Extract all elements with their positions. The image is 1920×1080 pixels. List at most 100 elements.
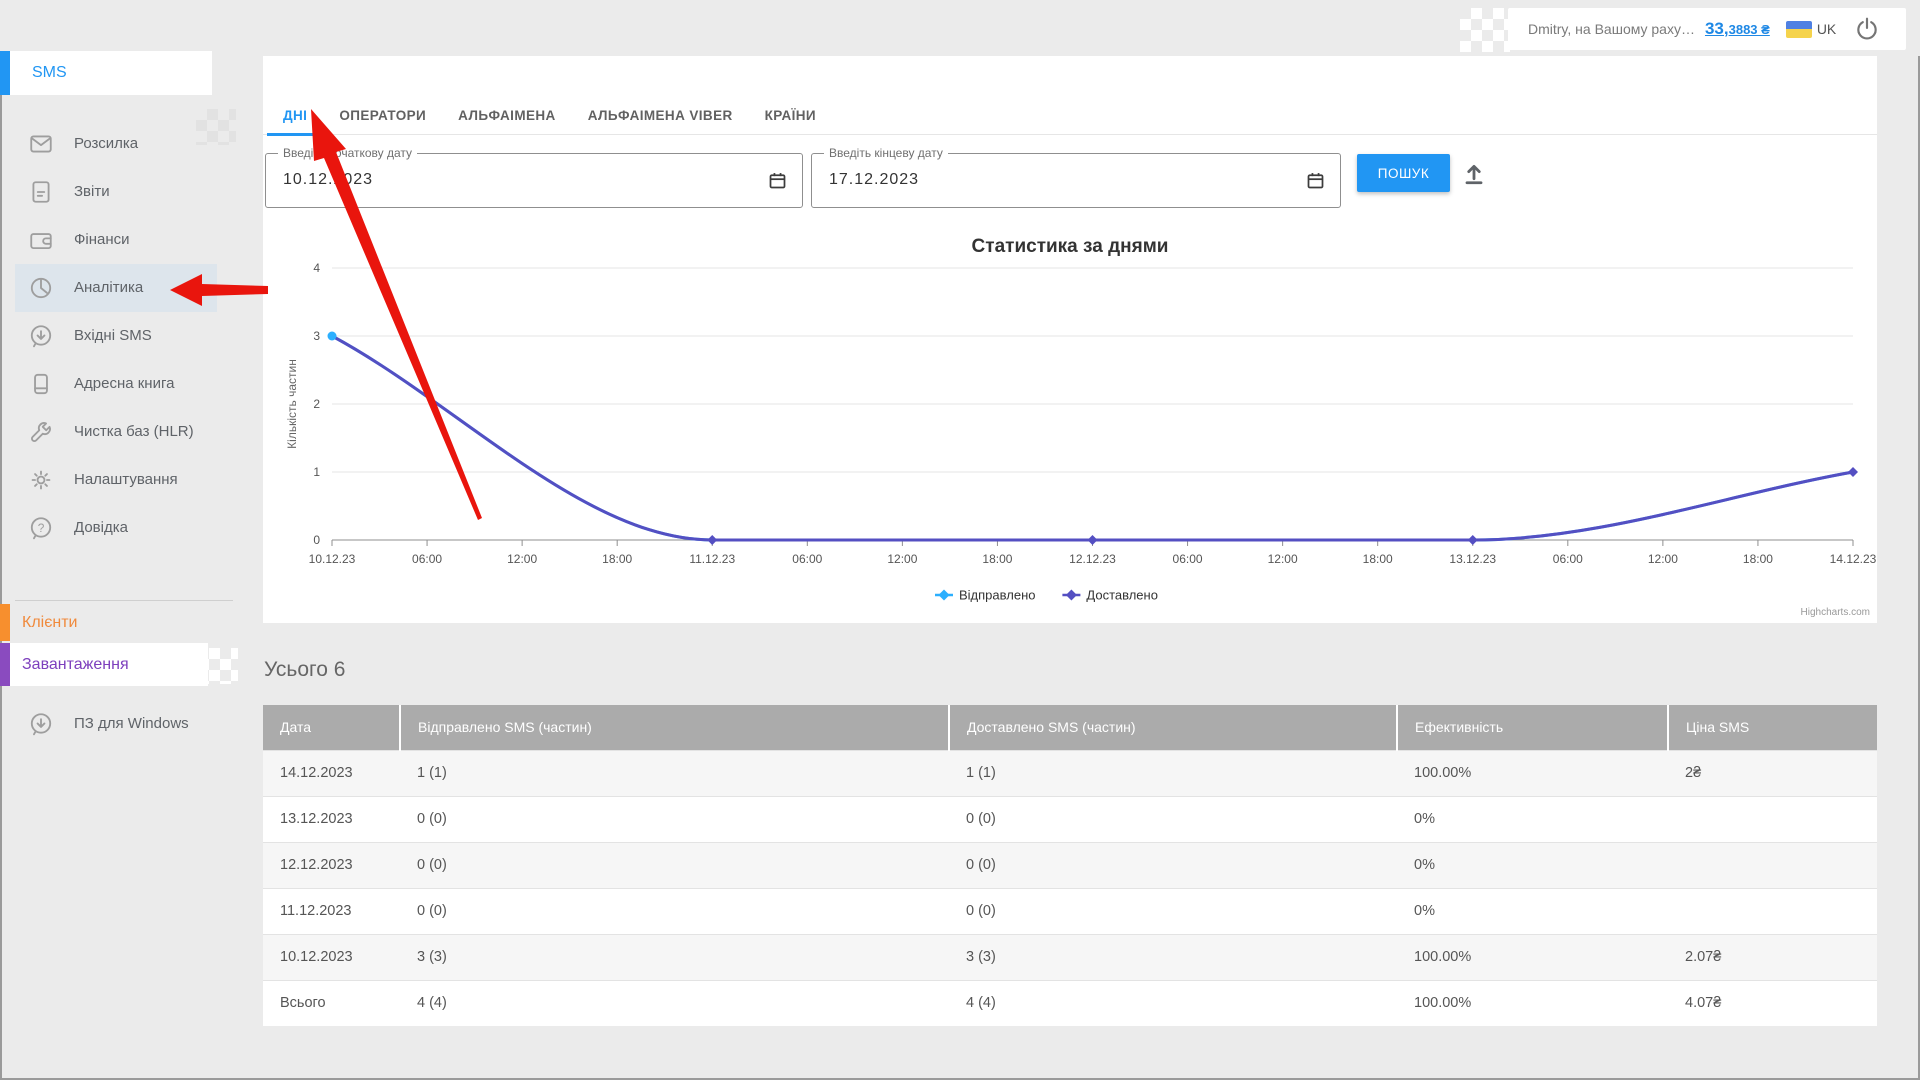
help-icon: ? xyxy=(28,515,54,541)
table-cell: 14.12.2023 xyxy=(263,750,400,796)
language-selector[interactable]: UK xyxy=(1817,21,1836,37)
tab-країни[interactable]: КРАЇНИ xyxy=(749,95,832,135)
export-upload-icon[interactable] xyxy=(1460,160,1488,188)
user-balance-label: Dmitry, на Вашому раху… xyxy=(1528,21,1695,37)
table-row: 10.12.20233 (3)3 (3)100.00%2.07₴ xyxy=(263,934,1877,980)
x-axis-tick-label: 10.12.23 xyxy=(309,552,356,566)
table-cell: 4 (4) xyxy=(949,980,1397,1026)
table-cell: 0% xyxy=(1397,888,1668,934)
table-cell: 13.12.2023 xyxy=(263,796,400,842)
sidebar: SMS Розсилка Звіти Фінанси Аналітика Вхі… xyxy=(0,56,240,1080)
start-date-field[interactable]: Введіть початкову дату 10.12.2023 xyxy=(265,153,803,208)
wallet-icon xyxy=(28,227,54,253)
table-cell: 10.12.2023 xyxy=(263,934,400,980)
chart-svg: Статистика за днями01234Кількість частин… xyxy=(263,223,1877,623)
sidebar-item[interactable]: Аналітика xyxy=(15,264,217,312)
table-cell: 4 (4) xyxy=(400,980,949,1026)
sidebar-item-label: Фінанси xyxy=(74,228,130,252)
table-cell: 11.12.2023 xyxy=(263,888,400,934)
table-cell: 1 (1) xyxy=(400,750,949,796)
x-axis-tick-label: 12:00 xyxy=(507,552,537,566)
svg-text:?: ? xyxy=(38,521,45,535)
y-axis-title: Кількість частин xyxy=(285,359,299,449)
table-cell: 0 (0) xyxy=(949,842,1397,888)
start-date-value[interactable]: 10.12.2023 xyxy=(283,171,373,189)
tab-дні[interactable]: ДНІ xyxy=(267,95,323,135)
series-sent-line xyxy=(332,336,1853,540)
table-row: 13.12.20230 (0)0 (0)0% xyxy=(263,796,1877,842)
balance-link[interactable]: 33,3883 ₴ xyxy=(1705,19,1770,39)
table-header-cell: Ефективність xyxy=(1397,705,1668,750)
sidebar-item[interactable]: Розсилка xyxy=(0,120,240,168)
analytics-page: { "header": { "user_label": "Dmitry, на … xyxy=(0,0,1920,1080)
x-axis-tick-label: 06:00 xyxy=(1173,552,1203,566)
checker-decoration xyxy=(1460,8,1510,52)
tab-альфаімена[interactable]: АЛЬФАІМЕНА xyxy=(442,95,572,135)
legend-item[interactable]: Відправлено xyxy=(935,588,1035,603)
sidebar-item[interactable]: Вхідні SMS xyxy=(0,312,240,360)
sidebar-item[interactable]: ? Довідка xyxy=(0,504,240,552)
legend-item[interactable]: Доставлено xyxy=(1062,588,1158,603)
x-axis-tick-label: 12:00 xyxy=(887,552,917,566)
table-row: 12.12.20230 (0)0 (0)0% xyxy=(263,842,1877,888)
chart-title: Статистика за днями xyxy=(972,236,1169,257)
x-axis-tick-label: 13.12.23 xyxy=(1449,552,1496,566)
pie-chart-icon xyxy=(28,275,54,301)
series-delivered-line xyxy=(332,336,1853,540)
x-axis-tick-label: 12.12.23 xyxy=(1069,552,1116,566)
sidebar-item[interactable]: Звіти xyxy=(0,168,240,216)
sidebar-item-software[interactable]: ПЗ для Windows xyxy=(0,700,240,748)
x-axis-tick-label: 06:00 xyxy=(412,552,442,566)
table-cell: 100.00% xyxy=(1397,934,1668,980)
sidebar-item[interactable]: Фінанси xyxy=(0,216,240,264)
tab-альфаімена-viber[interactable]: АЛЬФАІМЕНА VIBER xyxy=(572,95,749,135)
highcharts-credits[interactable]: Highcharts.com xyxy=(1801,607,1870,618)
table-header-cell: Доставлено SMS (частин) xyxy=(949,705,1397,750)
sidebar-item-clients[interactable]: Клієнти xyxy=(0,604,240,641)
calendar-icon[interactable] xyxy=(767,170,788,191)
table-cell xyxy=(1668,796,1877,842)
table-cell: 0 (0) xyxy=(400,796,949,842)
y-axis-tick-label: 4 xyxy=(313,261,320,275)
sidebar-item-label: Клієнти xyxy=(22,614,77,632)
sidebar-item[interactable]: Адресна книга xyxy=(0,360,240,408)
sidebar-item-label: Аналітика xyxy=(74,276,143,300)
x-axis-tick-label: 12:00 xyxy=(1648,552,1678,566)
table-cell: 1 (1) xyxy=(949,750,1397,796)
ukraine-flag-icon[interactable] xyxy=(1786,21,1812,38)
table-head: ДатаВідправлено SMS (частин)Доставлено S… xyxy=(263,705,1877,750)
sidebar-section-sms-label: SMS xyxy=(32,64,67,82)
sidebar-item-label: Налаштування xyxy=(74,468,178,492)
top-header: Dmitry, на Вашому раху… 33,3883 ₴ UK xyxy=(0,0,1920,56)
calendar-icon[interactable] xyxy=(1305,170,1326,191)
table-cell: 0 (0) xyxy=(400,842,949,888)
checker-decoration xyxy=(198,648,238,684)
table-cell: 3 (3) xyxy=(400,934,949,980)
tab-оператори[interactable]: ОПЕРАТОРИ xyxy=(323,95,442,135)
x-axis-tick-label: 18:00 xyxy=(602,552,632,566)
table-cell: Всього xyxy=(263,980,400,1026)
power-logout-icon[interactable] xyxy=(1854,16,1880,42)
sidebar-item[interactable]: Налаштування xyxy=(0,456,240,504)
data-point-marker xyxy=(328,332,337,341)
address-book-icon xyxy=(28,371,54,397)
table-cell: 0 (0) xyxy=(400,888,949,934)
table-cell: 100.00% xyxy=(1397,980,1668,1026)
table-cell: 100.00% xyxy=(1397,750,1668,796)
table-cell: 2₴ xyxy=(1668,750,1877,796)
sidebar-item-label: Завантаження xyxy=(22,656,129,674)
table-header-cell: Дата xyxy=(263,705,400,750)
end-date-field[interactable]: Введіть кінцеву дату 17.12.2023 xyxy=(811,153,1341,208)
sidebar-item[interactable]: Чистка баз (HLR) xyxy=(0,408,240,456)
sidebar-item-downloads[interactable]: Завантаження xyxy=(0,643,208,686)
daily-statistics-chart: Статистика за днями01234Кількість частин… xyxy=(263,223,1877,623)
data-point-marker xyxy=(1468,535,1478,545)
sidebar-item-label: Довідка xyxy=(74,516,128,540)
search-button[interactable]: ПОШУК xyxy=(1357,154,1450,192)
sidebar-item-label: Адресна книга xyxy=(74,372,174,396)
sidebar-section-sms[interactable]: SMS xyxy=(0,51,212,95)
envelope-icon xyxy=(28,131,54,157)
table-row: 11.12.20230 (0)0 (0)0% xyxy=(263,888,1877,934)
table-cell: 4.07₴ xyxy=(1668,980,1877,1026)
end-date-value[interactable]: 17.12.2023 xyxy=(829,171,919,189)
